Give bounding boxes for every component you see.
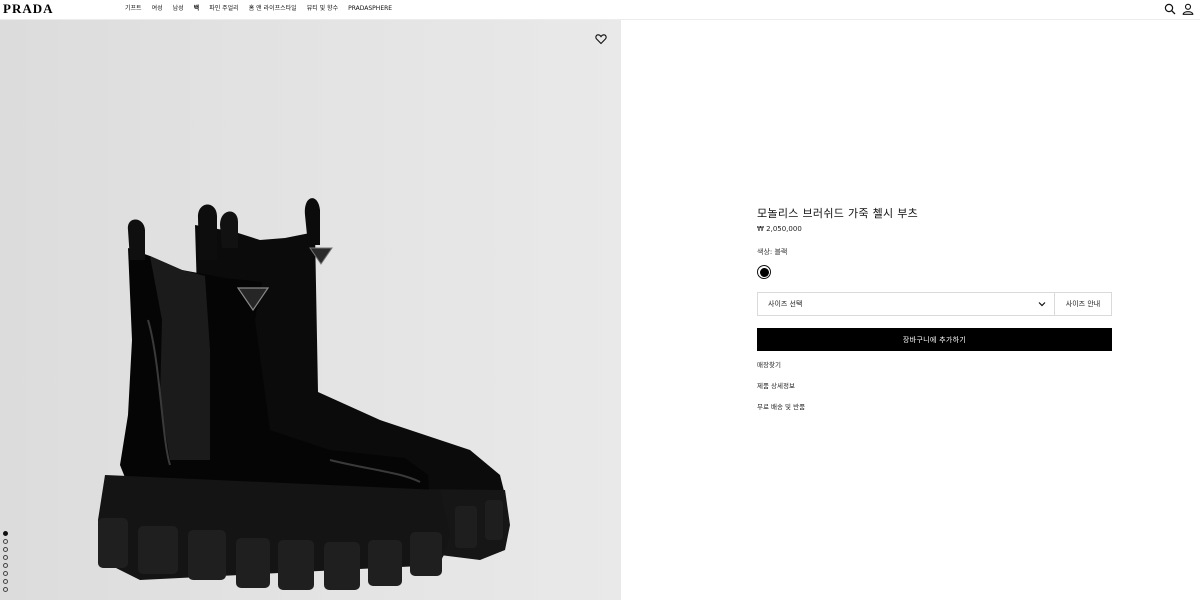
product-image: [98, 198, 510, 590]
product-details-link[interactable]: 제품 상세정보: [757, 381, 1112, 402]
product-title: 모놀리스 브러쉬드 가죽 첼시 부츠: [757, 207, 919, 220]
header-actions: [1164, 3, 1194, 15]
gallery-dot-2[interactable]: [3, 539, 8, 544]
search-icon[interactable]: [1164, 3, 1176, 15]
size-row: 사이즈 선택 사이즈 안내: [757, 292, 1112, 316]
add-to-cart-button[interactable]: 장바구니에 추가하기: [757, 328, 1112, 351]
gallery-dot-7[interactable]: [3, 579, 8, 584]
heart-icon[interactable]: [595, 33, 607, 45]
prada-logo[interactable]: PRADA: [3, 1, 54, 17]
shipping-returns-link[interactable]: 무료 배송 및 반품: [757, 402, 1112, 423]
store-locator-link[interactable]: 매장찾기: [757, 360, 1112, 381]
site-header: PRADA 기프트 여성 남성 백 파인 주얼리 홈 앤 라이프스타일 뷰티 및…: [0, 0, 1200, 20]
nav-item-pradasphere[interactable]: PRADASPHERE: [348, 4, 392, 14]
product-image-gallery[interactable]: [0, 20, 621, 600]
gallery-dot-6[interactable]: [3, 571, 8, 576]
gallery-dot-4[interactable]: [3, 555, 8, 560]
main-nav: 기프트 여성 남성 백 파인 주얼리 홈 앤 라이프스타일 뷰티 및 향수 PR…: [125, 4, 402, 14]
gallery-dot-1[interactable]: [3, 531, 8, 536]
chevron-down-icon: [1038, 302, 1046, 307]
size-guide-button[interactable]: 사이즈 안내: [1055, 292, 1112, 316]
nav-item-bags[interactable]: 백: [194, 4, 200, 14]
gallery-dot-5[interactable]: [3, 563, 8, 568]
nav-item-men[interactable]: 남성: [173, 4, 184, 14]
nav-item-beauty[interactable]: 뷰티 및 향수: [307, 4, 338, 14]
product-links: 매장찾기 제품 상세정보 무료 배송 및 반품: [757, 360, 1112, 423]
nav-item-home-lifestyle[interactable]: 홈 앤 라이프스타일: [249, 4, 297, 14]
size-select-dropdown[interactable]: 사이즈 선택: [757, 292, 1055, 316]
product-price: ₩ 2,050,000: [757, 225, 802, 233]
nav-item-women[interactable]: 여성: [152, 4, 163, 14]
nav-item-gift[interactable]: 기프트: [125, 4, 142, 14]
gallery-dot-8[interactable]: [3, 587, 8, 592]
product-info-panel: 모놀리스 브러쉬드 가죽 첼시 부츠 ₩ 2,050,000 색상: 블랙 사이…: [757, 206, 1112, 423]
color-label: 색상: 블랙: [757, 248, 788, 256]
gallery-dot-3[interactable]: [3, 547, 8, 552]
size-select-label: 사이즈 선택: [768, 300, 803, 308]
color-swatch-black[interactable]: [757, 265, 771, 279]
gallery-pagination: [3, 531, 8, 592]
account-icon[interactable]: [1182, 3, 1194, 15]
swatch-fill: [759, 267, 769, 277]
nav-item-fine-jewelry[interactable]: 파인 주얼리: [209, 4, 239, 14]
